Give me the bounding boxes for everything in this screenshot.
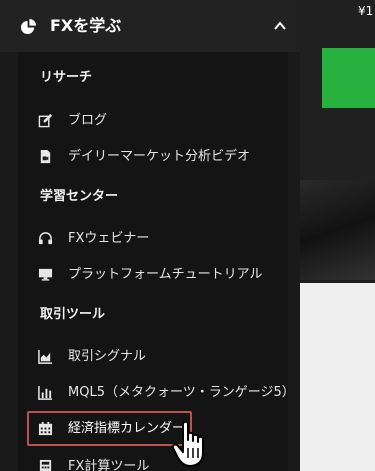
bar-chart-icon [38,385,53,400]
menu-item-label: 経済指標カレンダー [68,421,186,436]
monitor-icon [38,268,53,281]
pie-chart-icon [21,19,36,34]
section-title-trading-tools: 取引ツール [40,307,106,322]
menu-item-label: 取引シグナル [68,349,147,364]
menu-item-fx-webinar[interactable]: FXウェビナー [30,224,285,254]
calendar-icon [38,421,53,436]
headphones-icon [38,232,53,245]
background-content-area [300,283,375,471]
background-image [300,180,375,280]
menu-item-blog[interactable]: ブログ [30,106,285,136]
menu-item-platform-tutorial[interactable]: プラットフォームチュートリアル [30,260,285,290]
green-cta-block[interactable] [322,48,375,108]
price-text: ¥1 [358,4,374,18]
menu-item-label: FXウェビナー [68,231,150,246]
menu-item-label: FX計算ツール [68,459,150,471]
chevron-up-icon[interactable] [273,19,287,33]
calculator-icon [39,459,52,471]
hand-cursor-icon [171,420,204,467]
menu-item-mql5[interactable]: MQL5（メタクォーツ・ランゲージ5） [30,378,295,408]
menu-header-learn-fx[interactable]: FXを学ぶ [0,0,300,52]
video-file-icon [40,149,51,164]
area-chart-icon [38,349,53,364]
menu-header-title: FXを学ぶ [50,16,122,35]
menu-item-label: プラットフォームチュートリアル [68,267,263,282]
edit-icon [38,113,53,128]
section-title-research: リサーチ [40,70,93,85]
menu-item-label: MQL5（メタクォーツ・ランゲージ5） [68,385,295,400]
menu-item-fx-calculator[interactable]: FX計算ツール [30,452,285,471]
menu-item-economic-calendar[interactable]: 経済指標カレンダー [30,414,285,444]
menu-panel: FXを学ぶ リサーチ ブログ デイリーマーケット分析ビデオ 学習センター FXウ… [0,0,300,471]
section-title-learning-center: 学習センター [40,189,119,204]
menu-item-daily-market-video[interactable]: デイリーマーケット分析ビデオ [30,142,285,172]
menu-item-label: ブログ [68,113,108,128]
menu-item-trading-signals[interactable]: 取引シグナル [30,342,285,372]
menu-item-label: デイリーマーケット分析ビデオ [68,149,251,164]
